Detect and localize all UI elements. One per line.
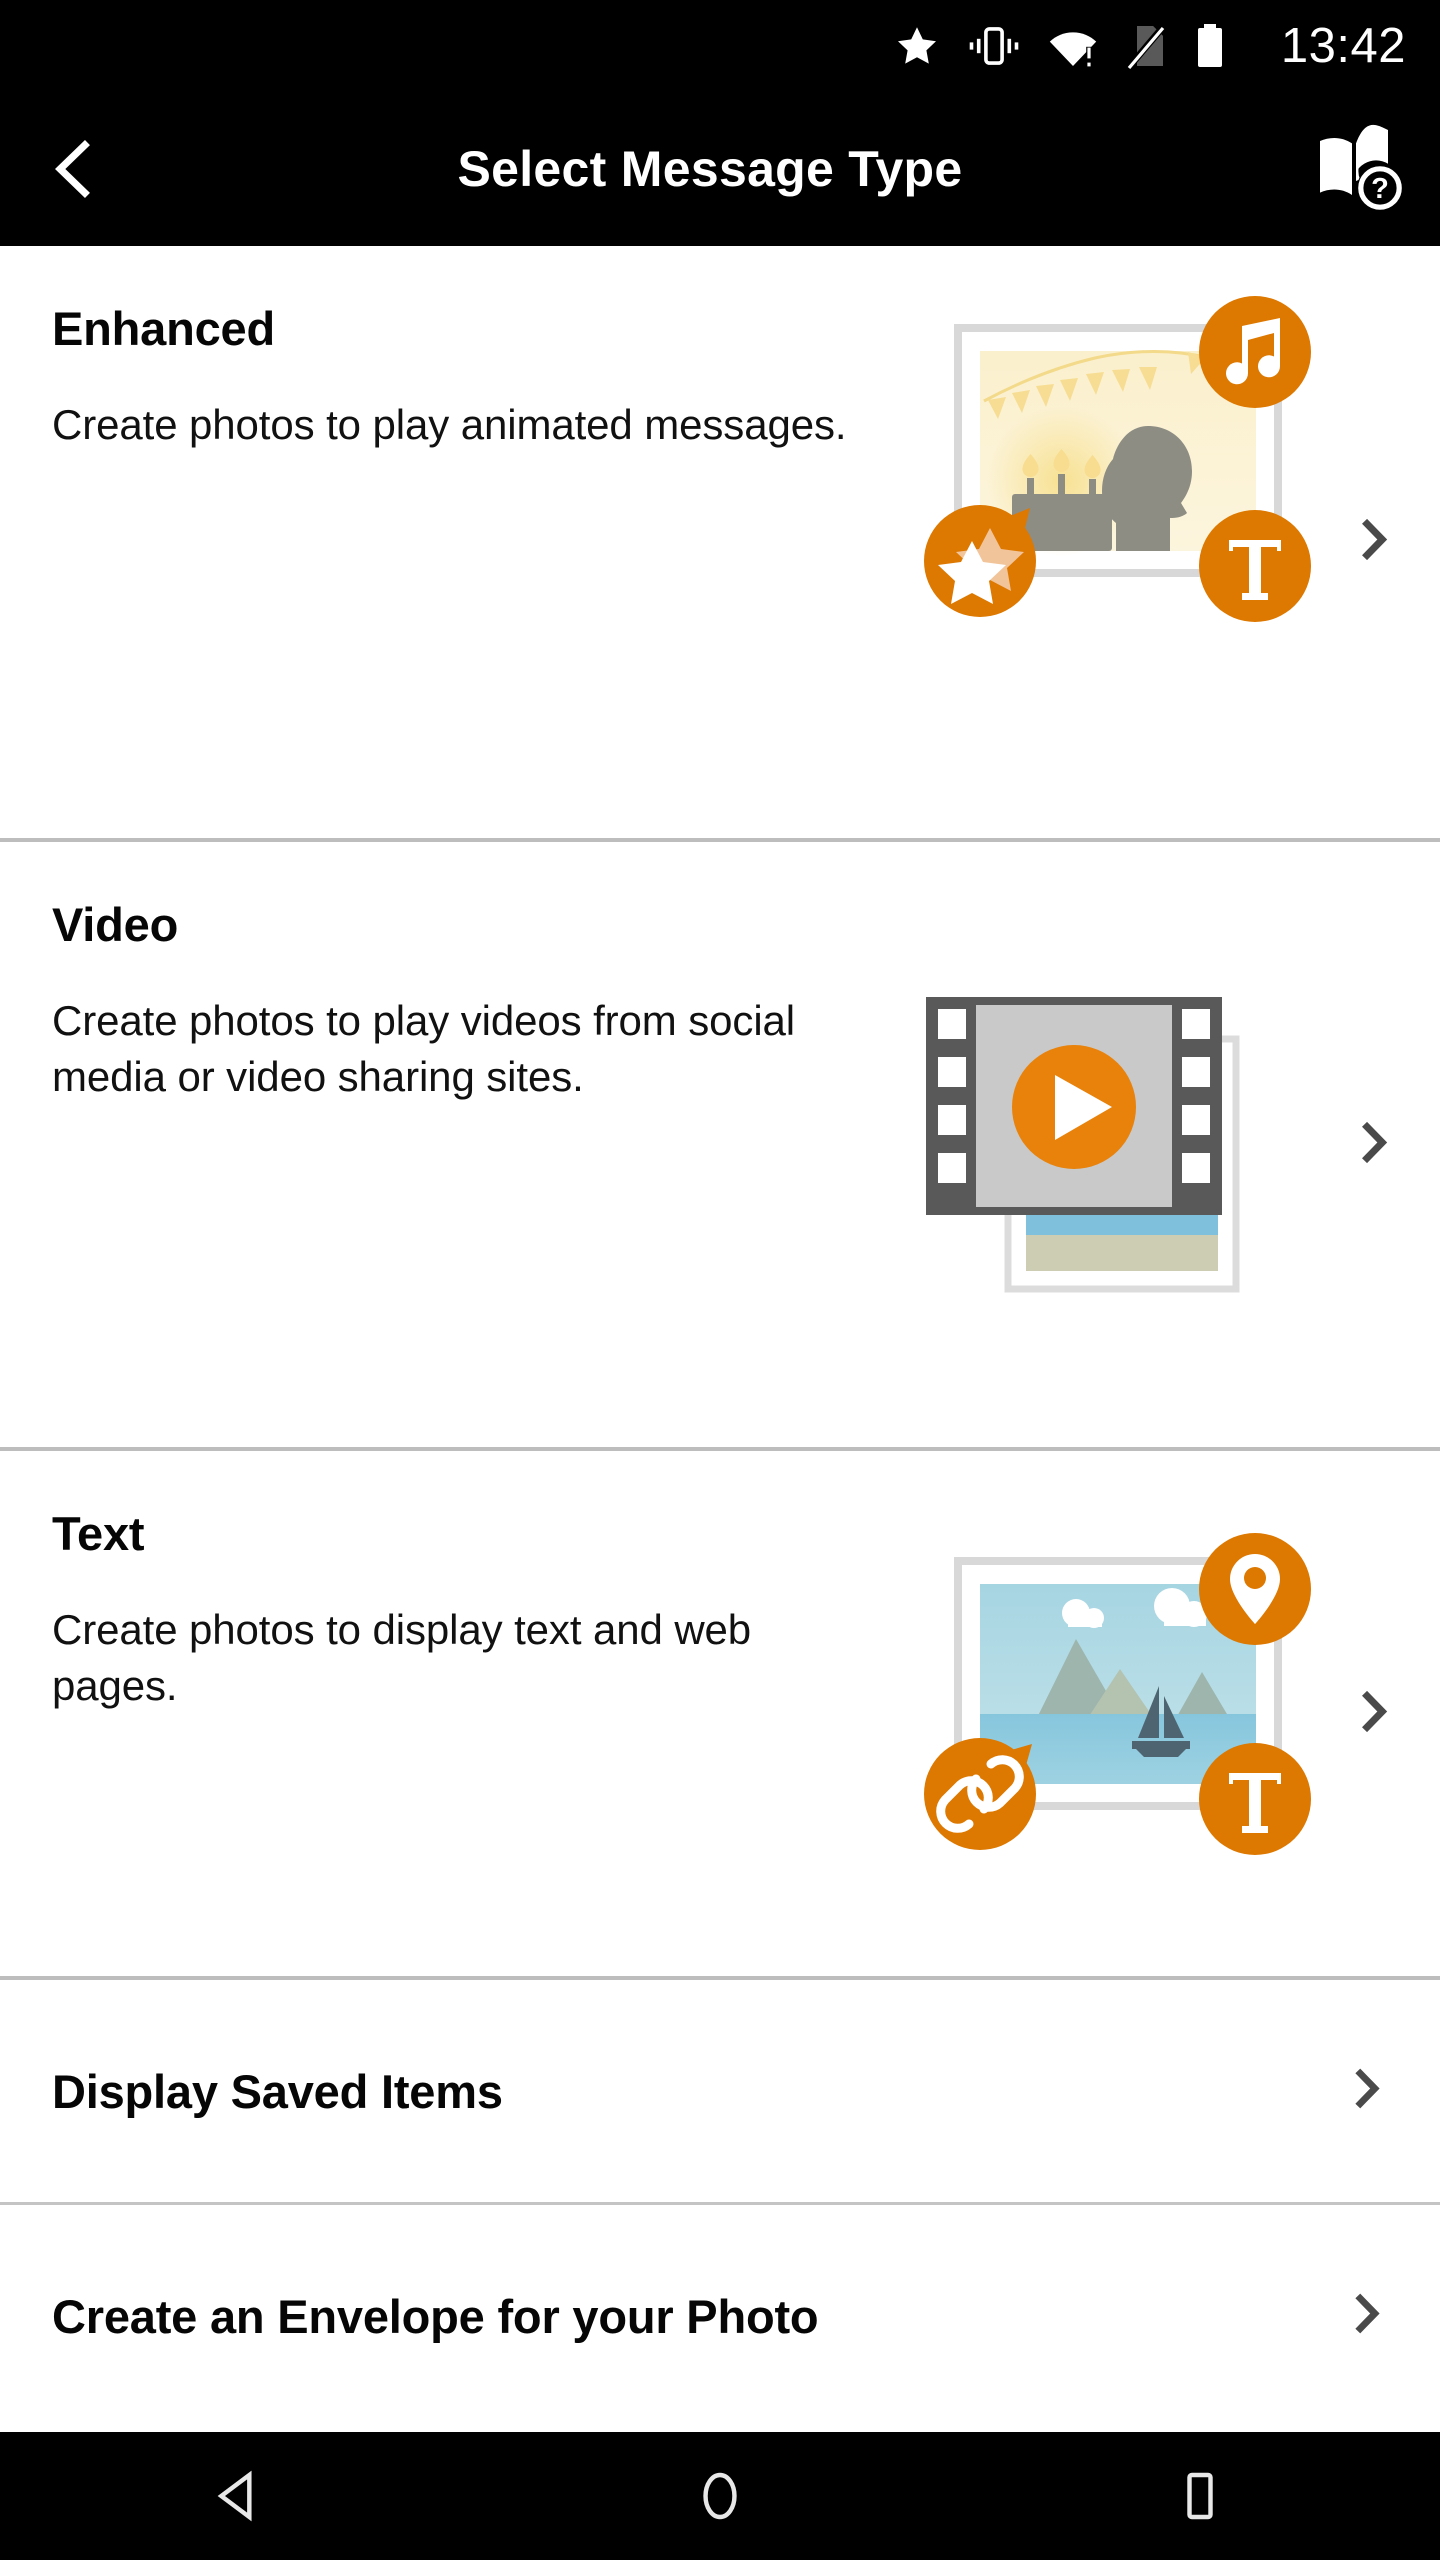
enhanced-text-block: Enhanced Create photos to play animated … bbox=[0, 246, 880, 453]
list-item-video[interactable]: Video Create photos to play videos from … bbox=[0, 842, 1440, 1447]
location-pin-badge bbox=[1199, 1533, 1311, 1645]
battery-full-icon bbox=[1197, 24, 1222, 67]
video-title: Video bbox=[52, 898, 179, 951]
chevron-right-icon bbox=[1362, 518, 1388, 561]
nav-recents-button[interactable] bbox=[1100, 2432, 1300, 2560]
create-envelope-chevron bbox=[1338, 2287, 1392, 2346]
enhanced-chevron bbox=[1344, 512, 1400, 573]
chevron-right-icon bbox=[1362, 1690, 1388, 1732]
list-item-create-envelope[interactable]: Create an Envelope for your Photo bbox=[0, 2205, 1440, 2427]
nav-home-button[interactable] bbox=[620, 2432, 820, 2560]
create-envelope-label: Create an Envelope for your Photo bbox=[52, 2289, 819, 2343]
phone-screen: 13:42 Select Message Type ? Enhanced Cre… bbox=[0, 0, 1440, 2560]
video-chevron bbox=[1344, 1114, 1400, 1175]
text-t-badge bbox=[1199, 510, 1311, 622]
app-bar: Select Message Type ? bbox=[0, 92, 1440, 246]
nav-back-button[interactable] bbox=[140, 2432, 340, 2560]
text-title: Text bbox=[52, 1507, 145, 1560]
svg-text:?: ? bbox=[1371, 173, 1389, 205]
list-item-display-saved-items[interactable]: Display Saved Items bbox=[0, 1980, 1440, 2202]
star-icon bbox=[897, 27, 936, 64]
message-type-list: Enhanced Create photos to play animated … bbox=[0, 246, 1440, 2432]
manual-help-icon: ? bbox=[1320, 124, 1403, 211]
chevron-right-icon bbox=[1355, 2068, 1380, 2109]
list-item-enhanced[interactable]: Enhanced Create photos to play animated … bbox=[0, 246, 1440, 838]
back-button[interactable] bbox=[0, 92, 150, 246]
text-description: Create photos to display text and web pa… bbox=[52, 1606, 752, 1709]
enhanced-illustration bbox=[880, 266, 1350, 686]
android-nav-bar bbox=[0, 2432, 1440, 2560]
music-note-badge bbox=[1199, 296, 1311, 408]
status-bar: 13:42 bbox=[0, 0, 1440, 92]
vibrate-icon bbox=[969, 27, 1019, 65]
display-saved-items-chevron bbox=[1338, 2062, 1392, 2121]
text-illustration bbox=[880, 1506, 1350, 1926]
wifi-warning-icon bbox=[1049, 32, 1097, 68]
video-description: Create photos to play videos from social… bbox=[52, 997, 796, 1100]
status-time: 13:42 bbox=[1280, 18, 1406, 73]
link-chain-badge bbox=[924, 1738, 1036, 1850]
sparkle-stars-badge bbox=[924, 505, 1036, 617]
enhanced-description: Create photos to play animated messages. bbox=[52, 401, 847, 449]
status-icon-group: 13:42 bbox=[893, 18, 1406, 73]
nav-recents-square-icon bbox=[1187, 2472, 1213, 2520]
text-chevron bbox=[1344, 1683, 1400, 1744]
text-t-badge-2 bbox=[1199, 1743, 1311, 1855]
display-saved-items-label: Display Saved Items bbox=[52, 2064, 503, 2118]
chevron-right-icon bbox=[1355, 2293, 1380, 2334]
manual-help-button[interactable]: ? bbox=[1280, 92, 1440, 246]
chevron-right-icon bbox=[1362, 1121, 1388, 1163]
video-illustration bbox=[900, 977, 1350, 1307]
nav-back-triangle-icon bbox=[217, 2470, 252, 2522]
page-title: Select Message Type bbox=[457, 141, 963, 197]
list-item-text[interactable]: Text Create photos to display text and w… bbox=[0, 1451, 1440, 1976]
nav-home-circle-icon bbox=[703, 2472, 737, 2520]
enhanced-title: Enhanced bbox=[52, 302, 276, 355]
video-text-block: Video Create photos to play videos from … bbox=[0, 842, 880, 1104]
no-sim-icon bbox=[1126, 24, 1166, 70]
chevron-left-icon bbox=[55, 140, 90, 198]
text-text-block: Text Create photos to display text and w… bbox=[0, 1451, 880, 1713]
